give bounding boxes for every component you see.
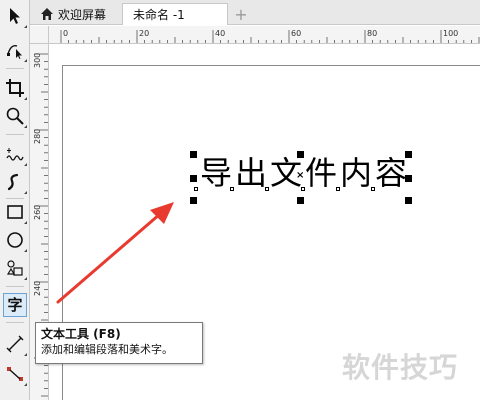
ruler-origin[interactable] [30, 26, 49, 44]
dimension-line-icon [6, 335, 24, 353]
horizontal-ruler-ticks: 0 20 40 60 80 100 [60, 29, 480, 43]
add-tab-button[interactable]: + [232, 3, 250, 25]
ruler-label: 280 [33, 129, 42, 144]
character-node[interactable] [230, 187, 234, 191]
freehand-icon [6, 148, 24, 161]
selection-handle[interactable] [405, 197, 412, 204]
rotation-center-icon: × [296, 170, 305, 181]
tab-document-label: 未命名 -1 [133, 8, 185, 22]
polygon-icon [6, 260, 23, 276]
ruler-label: 100 [443, 29, 458, 38]
character-node[interactable] [265, 187, 269, 191]
home-icon [41, 8, 53, 20]
brush-stroke-icon [7, 173, 19, 191]
pick-tool[interactable] [3, 4, 27, 28]
ruler-label: 0 [63, 29, 68, 38]
ruler-label: 80 [367, 29, 377, 38]
artistic-media-tool[interactable] [3, 170, 27, 194]
ruler-label: 300 [33, 53, 42, 68]
character-node[interactable] [301, 187, 305, 191]
selection-handle[interactable] [405, 175, 412, 182]
ruler-label: 20 [139, 29, 149, 38]
text-tool-icon: 字 [7, 295, 23, 314]
selection-handle[interactable] [405, 151, 412, 158]
ellipse-tool[interactable] [3, 228, 27, 252]
tab-welcome-screen[interactable]: 欢迎屏幕 [34, 3, 120, 25]
crop-tool[interactable] [3, 76, 27, 100]
ruler-label: 40 [215, 29, 225, 38]
ruler-label: 260 [33, 205, 42, 220]
selection-handle[interactable] [297, 197, 304, 204]
selection-handle[interactable] [190, 197, 197, 204]
rectangle-tool[interactable] [3, 200, 27, 224]
selected-text-object[interactable]: 导出文件内容 [200, 157, 410, 189]
character-node[interactable] [194, 187, 198, 191]
magnifier-icon [6, 107, 24, 125]
selection-handle[interactable] [297, 151, 304, 158]
text-tool[interactable]: 字 [3, 293, 27, 317]
tooltip-description: 添加和编辑段落和美术字。 [41, 343, 173, 356]
zoom-tool[interactable] [3, 104, 27, 128]
ellipse-icon [7, 232, 23, 248]
ruler-label: 240 [33, 281, 42, 296]
crop-icon [6, 79, 24, 97]
document-tab-bar: 欢迎屏幕 未命名 -1 + [30, 0, 480, 25]
toolbox: 字 [0, 0, 30, 400]
tab-untitled-document[interactable]: 未命名 -1 [122, 3, 228, 25]
shape-edit-icon [7, 44, 22, 59]
tab-welcome-label: 欢迎屏幕 [58, 7, 107, 22]
selection-handle[interactable] [190, 151, 197, 158]
connector-icon [7, 367, 23, 381]
rectangle-icon [7, 205, 23, 219]
horizontal-ruler[interactable]: 0 20 40 60 80 100 [49, 26, 480, 44]
character-node[interactable] [371, 187, 375, 191]
watermark: 软件技巧 [342, 351, 459, 384]
freehand-tool[interactable] [3, 142, 27, 166]
text-tool-tooltip: 文本工具 (F8) 添加和编辑段落和美术字。 [35, 322, 203, 364]
selection-handle[interactable] [190, 175, 197, 182]
pointer-icon [10, 8, 20, 24]
tooltip-title: 文本工具 (F8) [41, 327, 121, 341]
ruler-label: 60 [291, 29, 301, 38]
parallel-dimension-tool[interactable] [3, 332, 27, 356]
plus-icon: + [234, 4, 248, 24]
shape-tool[interactable] [3, 38, 27, 62]
polygon-tool[interactable] [3, 256, 27, 280]
connector-tool[interactable] [3, 362, 27, 386]
character-node[interactable] [336, 187, 340, 191]
